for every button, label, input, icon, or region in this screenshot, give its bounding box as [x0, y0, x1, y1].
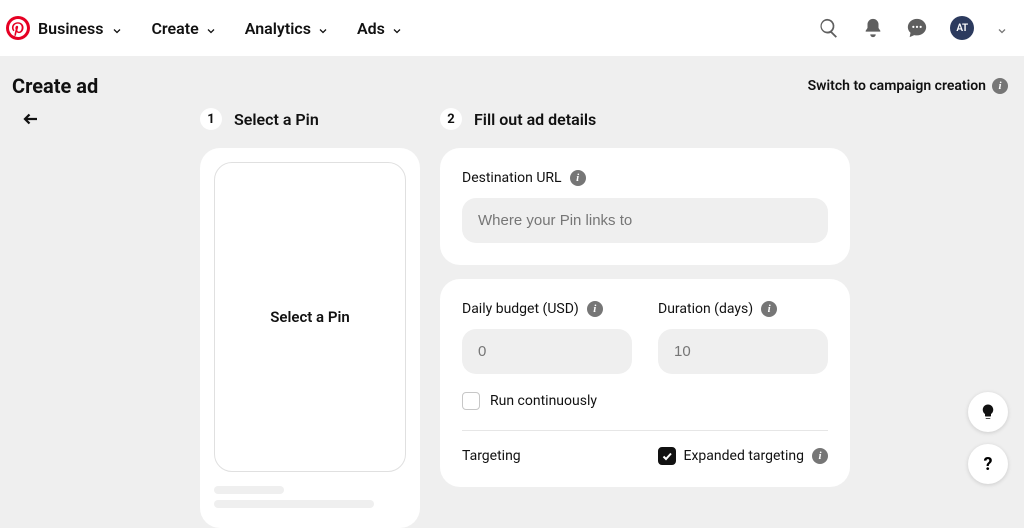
bell-icon[interactable]	[862, 17, 884, 39]
duration-input[interactable]	[658, 329, 828, 374]
step-label: Select a Pin	[234, 110, 319, 129]
nav-create[interactable]: Create	[151, 19, 216, 38]
nav-business[interactable]: Business	[6, 16, 123, 40]
run-continuously-checkbox[interactable]	[462, 392, 480, 410]
step-number: 1	[200, 108, 222, 130]
avatar[interactable]: AT	[950, 16, 974, 40]
topbar-right: AT	[818, 16, 1008, 40]
nav-label: Create	[151, 19, 198, 38]
switch-label: Switch to campaign creation	[808, 78, 986, 94]
tips-button[interactable]	[968, 392, 1008, 432]
step-label: Fill out ad details	[474, 110, 596, 129]
targeting-row: Targeting Expanded targeting i	[462, 447, 828, 465]
pinterest-logo-icon	[6, 16, 30, 40]
targeting-label: Targeting	[462, 448, 521, 464]
switch-to-campaign-link[interactable]: Switch to campaign creation i	[808, 78, 1008, 94]
help-button[interactable]: ?	[968, 444, 1008, 484]
divider	[462, 430, 828, 431]
page-title: Create ad	[12, 74, 98, 98]
step-1-header: 1 Select a Pin	[200, 108, 420, 130]
back-column	[0, 108, 60, 528]
content: 1 Select a Pin Select a Pin 2 Fill out a…	[0, 104, 1024, 528]
step-2-column: 2 Fill out ad details Destination URL i …	[440, 108, 850, 528]
run-continuously-label: Run continuously	[490, 393, 597, 409]
info-icon[interactable]: i	[587, 301, 603, 317]
chevron-down-icon	[391, 22, 403, 34]
run-continuously-row[interactable]: Run continuously	[462, 392, 828, 410]
topbar-left: Business Create Analytics Ads	[16, 16, 403, 40]
select-pin-label: Select a Pin	[270, 308, 349, 326]
daily-budget-field: Daily budget (USD) i	[462, 301, 632, 374]
info-icon: i	[992, 78, 1008, 94]
daily-budget-label: Daily budget (USD) i	[462, 301, 632, 317]
chat-icon[interactable]	[906, 17, 928, 39]
chevron-down-icon	[111, 22, 123, 34]
nav-label: Ads	[357, 19, 385, 38]
step-number: 2	[440, 108, 462, 130]
step-2-header: 2 Fill out ad details	[440, 108, 850, 130]
skeleton-line	[214, 500, 374, 508]
floating-buttons: ?	[968, 392, 1008, 484]
expanded-targeting[interactable]: Expanded targeting i	[658, 447, 828, 465]
pin-skeleton	[214, 486, 406, 508]
pin-card: Select a Pin	[200, 148, 420, 528]
duration-label: Duration (days) i	[658, 301, 828, 317]
daily-budget-input[interactable]	[462, 329, 632, 374]
select-pin-button[interactable]: Select a Pin	[214, 162, 406, 472]
back-button[interactable]	[22, 110, 60, 133]
info-icon[interactable]: i	[761, 301, 777, 317]
destination-label: Destination URL i	[462, 170, 828, 186]
skeleton-line	[214, 486, 284, 494]
nav-analytics[interactable]: Analytics	[245, 19, 329, 38]
info-icon[interactable]: i	[812, 448, 828, 464]
duration-field: Duration (days) i	[658, 301, 828, 374]
info-icon[interactable]: i	[570, 170, 586, 186]
page-header: Create ad Switch to campaign creation i	[0, 56, 1024, 104]
step-1-column: 1 Select a Pin Select a Pin	[200, 108, 420, 528]
topbar: Business Create Analytics Ads AT	[0, 0, 1024, 56]
nav-label: Analytics	[245, 19, 311, 38]
destination-url-input[interactable]	[462, 198, 828, 243]
budget-card: Daily budget (USD) i Duration (days) i R…	[440, 279, 850, 487]
search-icon[interactable]	[818, 17, 840, 39]
expanded-targeting-checkbox[interactable]	[658, 447, 676, 465]
chevron-down-icon[interactable]	[996, 22, 1008, 34]
destination-card: Destination URL i	[440, 148, 850, 265]
chevron-down-icon	[205, 22, 217, 34]
chevron-down-icon	[317, 22, 329, 34]
nav-ads[interactable]: Ads	[357, 19, 403, 38]
expanded-targeting-label: Expanded targeting	[684, 448, 804, 464]
nav-label: Business	[38, 19, 103, 38]
